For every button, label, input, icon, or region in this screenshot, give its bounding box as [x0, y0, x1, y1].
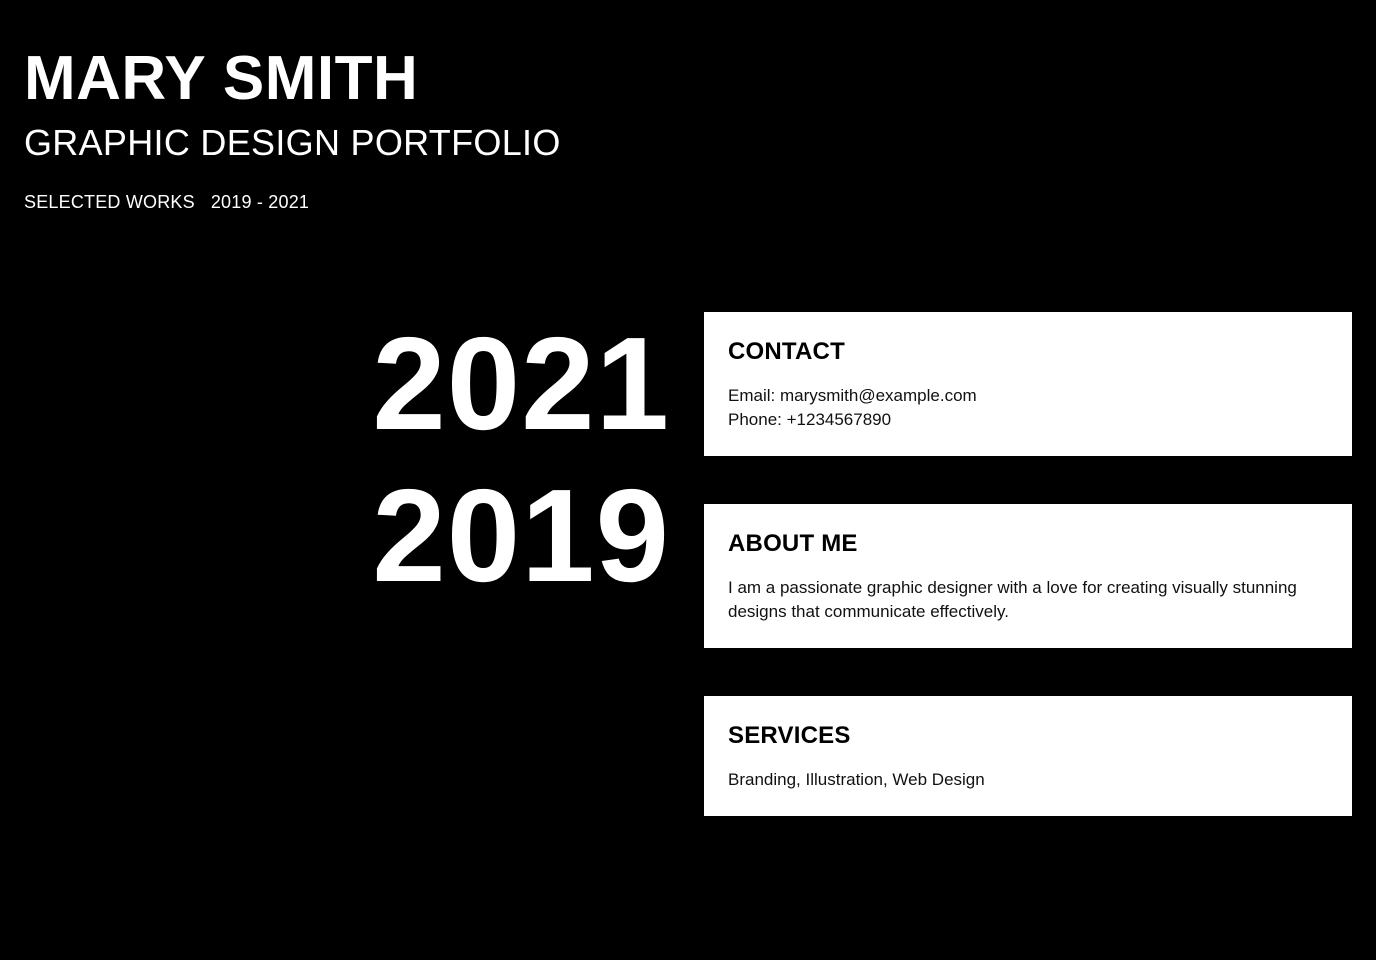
date-range: 2019 - 2021 — [210, 192, 310, 212]
about-text: I am a passionate graphic designer with … — [728, 578, 1297, 621]
services-card: SERVICES Branding, Illustration, Web Des… — [704, 696, 1352, 816]
year-display: 2021 2019 — [372, 308, 670, 612]
portfolio-subtitle: GRAPHIC DESIGN PORTFOLIO — [24, 122, 561, 163]
about-card: ABOUT ME I am a passionate graphic desig… — [704, 504, 1352, 648]
services-text: Branding, Illustration, Web Design — [728, 770, 985, 789]
portfolio-header: MARY SMITH GRAPHIC DESIGN PORTFOLIO SELE… — [24, 44, 561, 214]
services-title: SERVICES — [728, 722, 851, 749]
contact-phone: Phone: +1234567890 — [728, 410, 892, 429]
portfolio-page: MARY SMITH GRAPHIC DESIGN PORTFOLIO SELE… — [0, 0, 1376, 960]
about-title: ABOUT ME — [728, 530, 858, 557]
info-cards: CONTACT Email: marysmith@example.com Pho… — [704, 312, 1352, 864]
contact-title: CONTACT — [728, 338, 845, 365]
designer-name: MARY SMITH — [24, 44, 419, 113]
year-2021: 2021 — [372, 310, 670, 457]
portfolio-meta: SELECTED WORKS 2019 - 2021 — [24, 190, 561, 214]
selected-works-label: SELECTED WORKS — [24, 192, 195, 212]
contact-card: CONTACT Email: marysmith@example.com Pho… — [704, 312, 1352, 456]
year-2019: 2019 — [372, 462, 670, 609]
contact-email: Email: marysmith@example.com — [728, 386, 977, 405]
